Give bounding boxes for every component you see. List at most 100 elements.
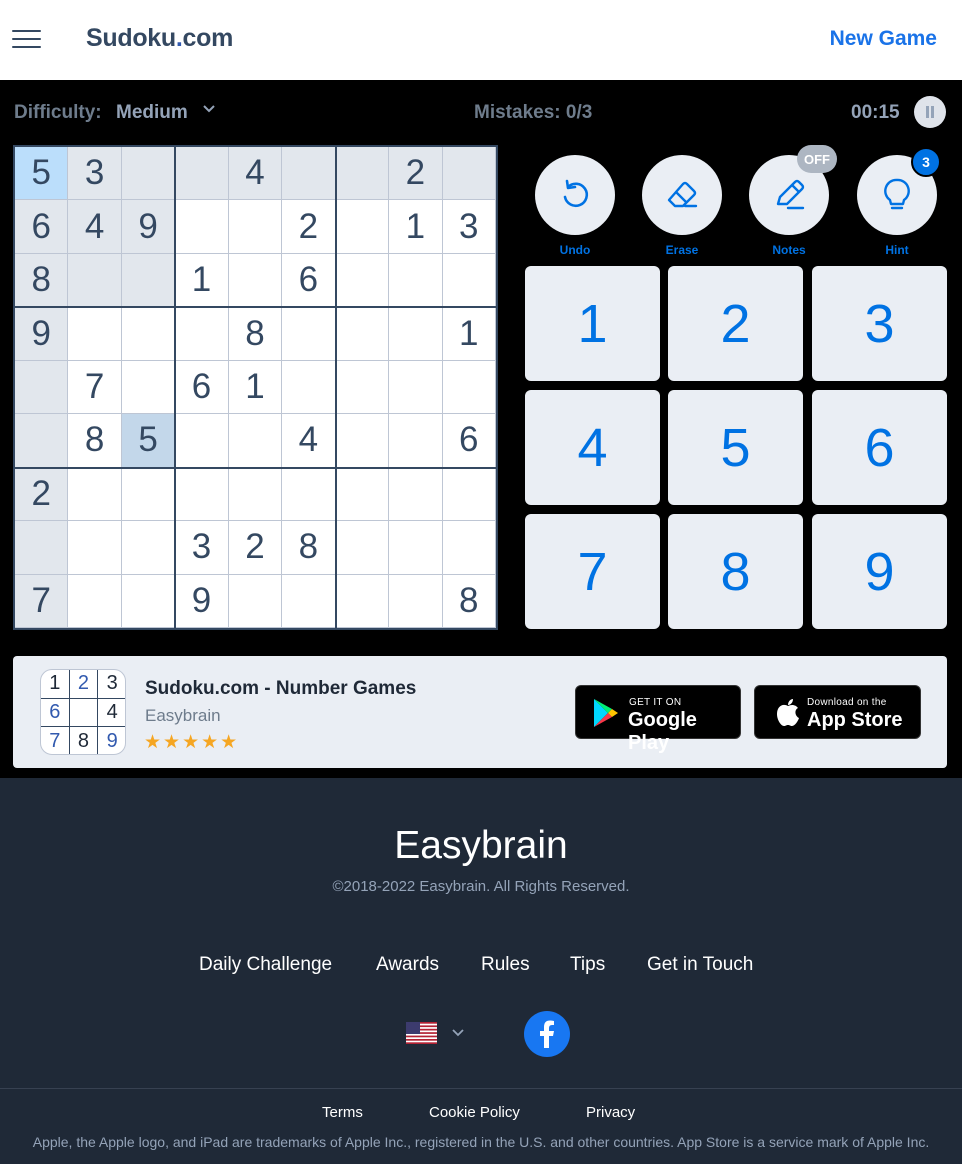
numpad-key-8[interactable]: 8 [668,514,803,629]
sudoku-cell[interactable] [389,253,443,308]
difficulty-select[interactable]: Medium [116,102,188,124]
sudoku-cell[interactable]: 4 [228,147,283,201]
sudoku-cell[interactable] [282,307,336,361]
sudoku-cell[interactable]: 1 [389,200,443,254]
undo-button[interactable]: Undo [535,155,615,257]
sudoku-cell[interactable] [175,200,229,254]
sudoku-cell[interactable] [175,414,229,468]
sudoku-cell[interactable] [389,360,443,415]
sudoku-cell[interactable]: 5 [121,414,176,468]
sudoku-cell[interactable]: 5 [15,147,69,201]
sudoku-cell[interactable] [389,414,443,468]
sudoku-cell[interactable] [15,414,69,468]
sudoku-cell[interactable] [335,147,390,201]
numpad-key-4[interactable]: 4 [525,390,660,505]
sudoku-cell[interactable] [121,360,176,415]
sudoku-cell[interactable] [442,521,496,575]
sudoku-cell[interactable]: 8 [282,521,336,575]
sudoku-cell[interactable]: 8 [442,574,496,628]
erase-button[interactable]: Erase [642,155,722,257]
numpad-key-5[interactable]: 5 [668,390,803,505]
sudoku-cell[interactable] [282,574,336,628]
sudoku-cell[interactable]: 2 [389,147,443,201]
sudoku-cell[interactable]: 3 [68,147,122,201]
sudoku-cell[interactable] [68,521,122,575]
sudoku-cell[interactable] [389,521,443,575]
sudoku-cell[interactable]: 9 [175,574,229,628]
sudoku-cell[interactable]: 6 [442,414,496,468]
sudoku-cell[interactable]: 1 [228,360,283,415]
sudoku-cell[interactable]: 9 [121,200,176,254]
chevron-down-icon[interactable] [451,1026,465,1040]
sudoku-cell[interactable] [389,307,443,361]
us-flag-icon[interactable] [406,1022,437,1044]
sudoku-cell[interactable] [15,360,69,415]
sudoku-cell[interactable]: 7 [15,574,69,628]
sudoku-cell[interactable] [175,307,229,361]
pause-button[interactable] [914,96,946,128]
footer-link-rules[interactable]: Rules [481,954,530,976]
numpad-key-7[interactable]: 7 [525,514,660,629]
sudoku-cell[interactable] [335,253,390,308]
sudoku-cell[interactable]: 9 [15,307,69,361]
sudoku-cell[interactable] [175,467,229,522]
sudoku-cell[interactable] [121,467,176,522]
sudoku-cell[interactable]: 3 [442,200,496,254]
sudoku-cell[interactable] [68,574,122,628]
sudoku-cell[interactable] [335,574,390,628]
sudoku-cell[interactable] [228,467,283,522]
footer-brand[interactable]: Easybrain [0,824,962,868]
new-game-button[interactable]: New Game [830,27,937,51]
sudoku-cell[interactable]: 4 [282,414,336,468]
footer-link-get-in-touch[interactable]: Get in Touch [647,954,753,976]
sudoku-cell[interactable] [282,147,336,201]
sudoku-cell[interactable] [228,200,283,254]
sudoku-cell[interactable] [282,467,336,522]
cookie-policy-link[interactable]: Cookie Policy [429,1104,520,1121]
menu-icon[interactable] [12,30,41,50]
sudoku-cell[interactable]: 1 [175,253,229,308]
sudoku-cell[interactable]: 4 [68,200,122,254]
app-store-button[interactable]: Download on the App Store [754,685,921,739]
sudoku-cell[interactable]: 2 [15,467,69,522]
sudoku-cell[interactable] [175,147,229,201]
hint-button[interactable]: 3 Hint [857,147,941,257]
sudoku-cell[interactable]: 6 [282,253,336,308]
sudoku-cell[interactable] [121,253,176,308]
sudoku-cell[interactable]: 7 [68,360,122,415]
sudoku-cell[interactable] [15,521,69,575]
sudoku-cell[interactable] [442,360,496,415]
sudoku-cell[interactable] [121,307,176,361]
sudoku-cell[interactable]: 1 [442,307,496,361]
sudoku-cell[interactable] [335,360,390,415]
google-play-button[interactable]: GET IT ON Google Play [575,685,741,754]
sudoku-cell[interactable]: 6 [15,200,69,254]
numpad-key-9[interactable]: 9 [812,514,947,629]
sudoku-cell[interactable] [442,253,496,308]
sudoku-cell[interactable] [442,467,496,522]
sudoku-cell[interactable] [335,521,390,575]
sudoku-cell[interactable] [228,574,283,628]
sudoku-cell[interactable]: 8 [15,253,69,308]
sudoku-cell[interactable]: 8 [68,414,122,468]
footer-link-daily-challenge[interactable]: Daily Challenge [199,954,332,976]
sudoku-cell[interactable] [68,467,122,522]
chevron-down-icon[interactable] [202,102,216,116]
numpad-key-6[interactable]: 6 [812,390,947,505]
sudoku-cell[interactable] [121,147,176,201]
sudoku-cell[interactable] [442,147,496,201]
sudoku-cell[interactable] [228,414,283,468]
sudoku-cell[interactable] [335,414,390,468]
sudoku-cell[interactable]: 2 [282,200,336,254]
numpad-key-2[interactable]: 2 [668,266,803,381]
sudoku-cell[interactable] [335,467,390,522]
sudoku-cell[interactable] [335,200,390,254]
sudoku-cell[interactable] [335,307,390,361]
sudoku-cell[interactable] [68,307,122,361]
sudoku-cell[interactable] [121,574,176,628]
site-logo[interactable]: Sudoku.com [86,24,233,53]
sudoku-cell[interactable] [389,467,443,522]
sudoku-cell[interactable] [68,253,122,308]
privacy-link[interactable]: Privacy [586,1104,635,1121]
sudoku-cell[interactable] [121,521,176,575]
